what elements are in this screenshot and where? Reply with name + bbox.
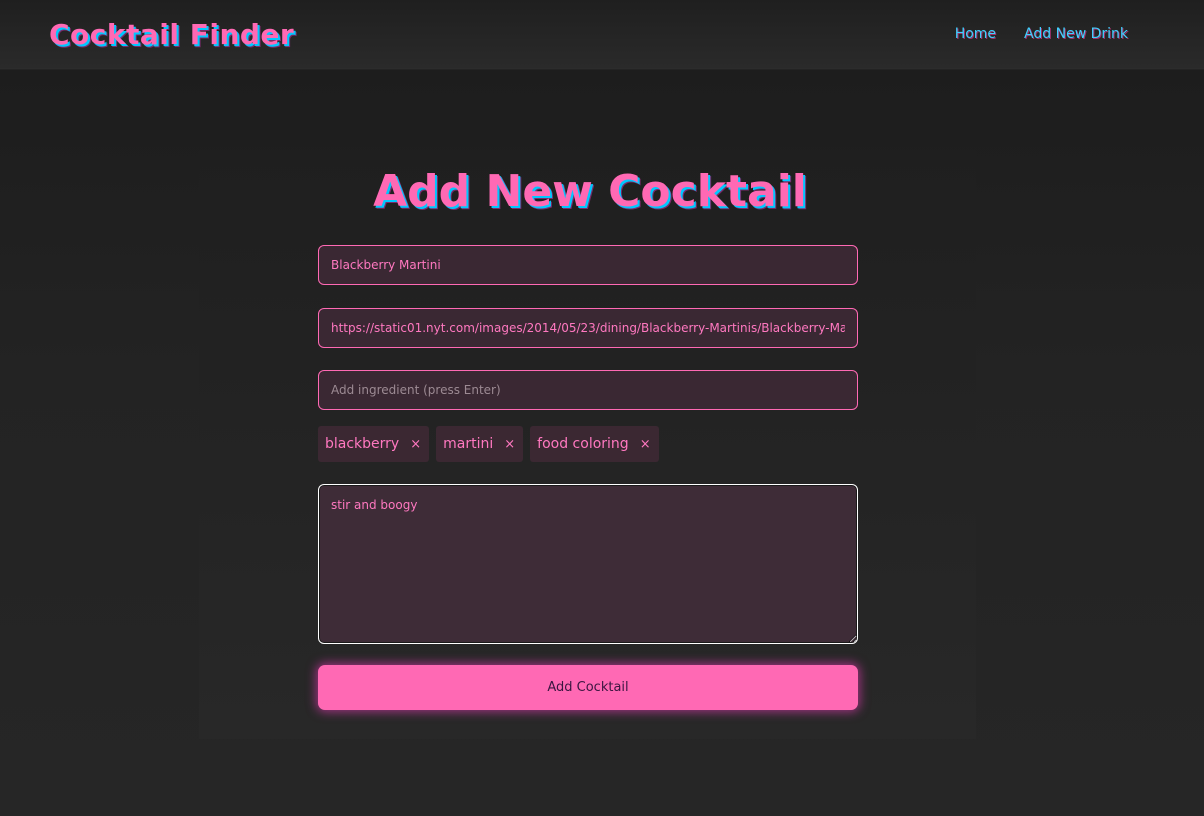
ingredient-chip: martini × [436,426,524,462]
ingredient-chip-list: blackberry × martini × food coloring × [318,426,659,462]
remove-ingredient-icon[interactable]: × [504,437,515,452]
ingredient-chip: blackberry × [318,426,430,462]
ingredient-chip-label: blackberry [325,436,400,452]
ingredient-chip-label: martini [443,436,494,452]
top-navbar: Cocktail Finder Home Add New Drink [0,0,1204,69]
brand-logo[interactable]: Cocktail Finder [49,18,294,51]
cocktail-name-input[interactable] [318,245,858,285]
remove-ingredient-icon[interactable]: × [410,437,421,452]
nav-home-link[interactable]: Home [955,26,996,42]
main-nav: Home Add New Drink [955,26,1128,42]
nav-add-new-drink-link[interactable]: Add New Drink [1024,26,1128,42]
page-title: Add New Cocktail [373,166,807,217]
instructions-textarea[interactable]: stir and boogy [318,484,858,644]
image-url-input[interactable] [318,308,858,348]
ingredient-chip-label: food coloring [537,436,629,452]
ingredient-chip: food coloring × [530,426,659,462]
remove-ingredient-icon[interactable]: × [640,437,651,452]
ingredient-input[interactable] [318,370,858,410]
add-cocktail-button[interactable]: Add Cocktail [318,665,858,710]
